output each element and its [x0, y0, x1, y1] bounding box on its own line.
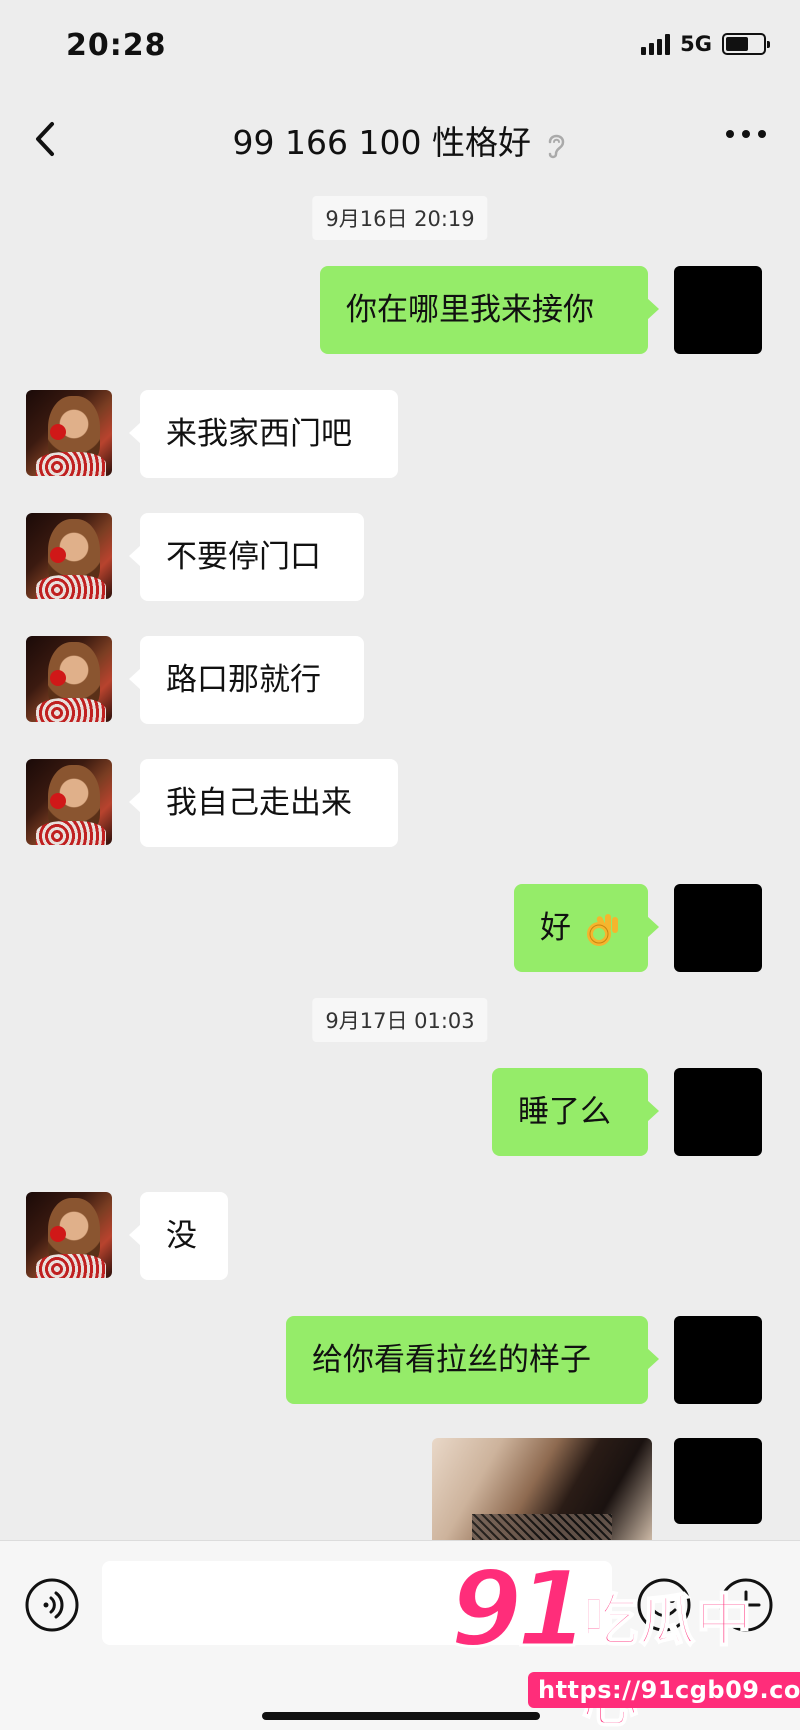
home-indicator[interactable]	[262, 1712, 540, 1720]
watermark-number: 91	[449, 1547, 591, 1672]
message-timestamp: 9月17日 01:03	[312, 998, 488, 1042]
chat-title: 99 166 100 性格好	[0, 116, 800, 164]
watermark: 91 吃瓜中心 https://91cgb09.com	[449, 1547, 800, 1730]
status-bar: 20:28 5G	[0, 0, 800, 96]
chat-header: 99 166 100 性格好	[0, 96, 800, 184]
more-dots-icon[interactable]	[726, 130, 766, 138]
self-avatar[interactable]	[674, 1438, 762, 1524]
incoming-message[interactable]: 不要停门口	[129, 513, 364, 601]
status-indicators: 5G	[641, 32, 770, 56]
status-time: 20:28	[66, 28, 167, 63]
outgoing-message[interactable]: 你在哪里我来接你	[320, 266, 659, 354]
voice-icon[interactable]	[24, 1577, 80, 1633]
signal-icon	[641, 33, 671, 55]
outgoing-message[interactable]: 给你看看拉丝的样子	[286, 1316, 659, 1404]
contact-name: 99 166 100 性格好	[232, 123, 531, 162]
outgoing-message[interactable]: 好	[514, 884, 659, 972]
outgoing-message[interactable]: 睡了么	[492, 1068, 659, 1156]
self-avatar[interactable]	[674, 1316, 762, 1404]
incoming-message[interactable]: 没	[129, 1192, 228, 1280]
contact-avatar[interactable]	[26, 1192, 112, 1278]
contact-avatar[interactable]	[26, 759, 112, 845]
self-avatar[interactable]	[674, 266, 762, 354]
battery-icon	[722, 33, 770, 55]
self-avatar[interactable]	[674, 1068, 762, 1156]
network-type: 5G	[680, 32, 712, 56]
incoming-message[interactable]: 我自己走出来	[129, 759, 398, 847]
contact-avatar[interactable]	[26, 513, 112, 599]
watermark-url: https://91cgb09.com	[528, 1672, 800, 1708]
message-text: 好	[540, 910, 571, 946]
self-avatar[interactable]	[674, 884, 762, 972]
earpiece-mode-icon	[549, 134, 565, 158]
contact-avatar[interactable]	[26, 390, 112, 476]
ok-hand-emoji	[586, 913, 618, 946]
incoming-message[interactable]: 来我家西门吧	[129, 390, 398, 478]
incoming-message[interactable]: 路口那就行	[129, 636, 364, 724]
message-timestamp: 9月16日 20:19	[312, 196, 488, 240]
outgoing-image-message[interactable]	[432, 1438, 652, 1548]
contact-avatar[interactable]	[26, 636, 112, 722]
